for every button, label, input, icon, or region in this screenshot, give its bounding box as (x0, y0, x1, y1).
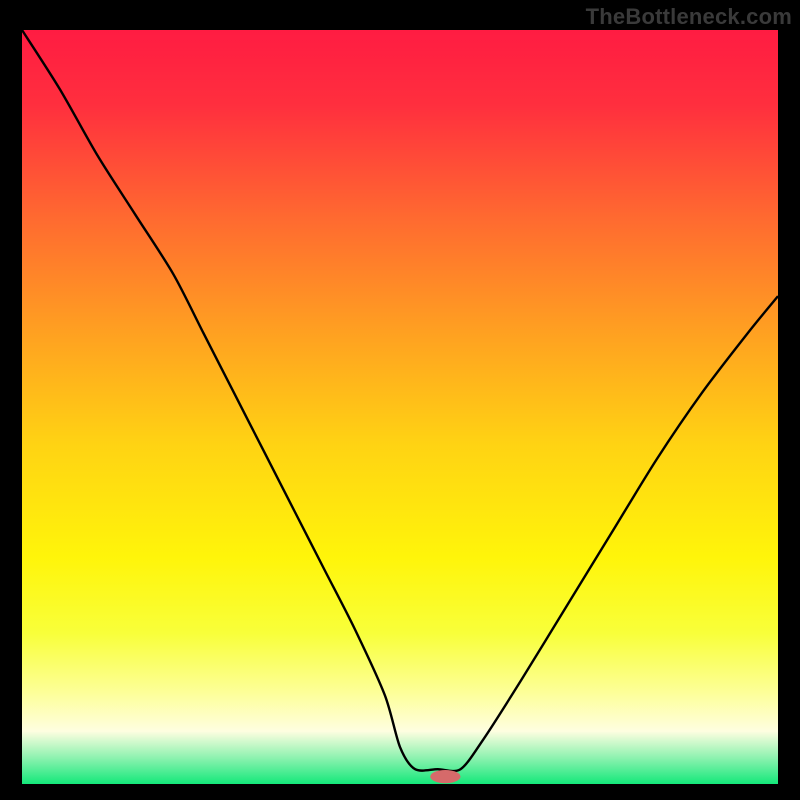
plot-background (22, 30, 778, 784)
chart-container: TheBottleneck.com (0, 0, 800, 800)
optimal-marker (430, 770, 460, 783)
bottleneck-chart (0, 0, 800, 800)
